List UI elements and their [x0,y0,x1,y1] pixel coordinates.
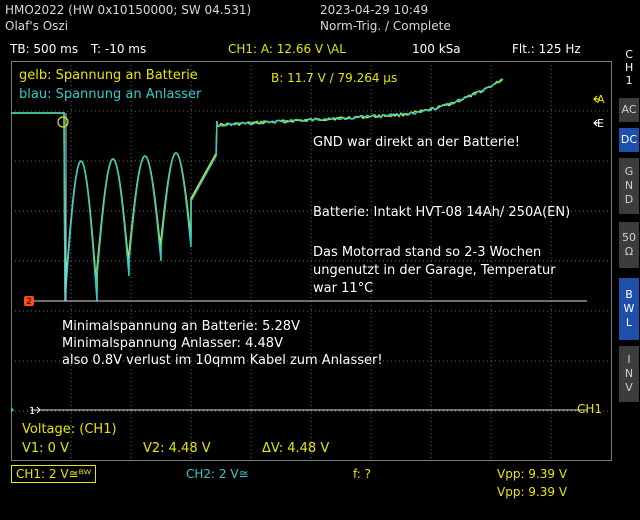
bandwidth-limit-button[interactable]: BWL [619,278,639,340]
ch1-right-marker: CH1 [577,402,603,416]
measurement-v1: V1: 0 V [22,441,69,456]
coupling-dc-button[interactable]: DC [619,128,639,152]
impedance-50-button[interactable]: 50 Ω [619,222,639,268]
measurement-title: Voltage: (CH1) [22,422,117,437]
trigger-a-label: A [597,93,605,106]
legend-yellow: gelb: Spannung an Batterie [19,68,198,83]
ch2-scale-button[interactable]: CH2: 2 V≅ [186,467,249,481]
trigger-time[interactable]: T: -10 ms [91,42,146,56]
owner-label: Olaf's Oszi [5,19,69,33]
vpp-readout-2: Vpp: 9.39 V [497,485,568,499]
invert-button[interactable]: INV [619,346,639,402]
device-info: HMO2022 (HW 0x10150000; SW 04.531) [5,3,252,17]
vpp-readout-1: Vpp: 9.39 V [497,467,568,481]
sidebar-channel-label: C H 1 [625,48,634,87]
ch1-scale-button[interactable]: CH1: 2 V≅ᴮᵂ [11,465,97,483]
reference-marker-label: 2 [26,297,32,307]
ch1-trigger-level[interactable]: CH1: A: 12.66 V \AL [228,42,346,56]
measurement-v2: V2: 4.48 V [143,441,211,456]
coupling-gnd-button[interactable]: GND [619,158,639,214]
measurement-delta-v: ΔV: 4.48 V [262,441,330,456]
frequency-readout: f: ? [353,467,372,481]
annotation-minimum: Minimalspannung an Batterie: 5.28V Minim… [62,319,383,368]
coupling-ac-button[interactable]: AC [619,98,639,122]
annotation-gnd: GND war direkt an der Batterie! [313,135,521,150]
channel-sidebar: C H 1 AC DC GND 50 Ω BWL INV [618,40,640,520]
timebase[interactable]: TB: 500 ms [10,42,78,56]
trigger-status: Norm-Trig. / Complete [320,19,451,33]
trigger-e-label: E [597,117,604,130]
annotation-note: Das Motorrad stand so 2-3 Wochen ungenut… [313,245,556,296]
legend-blue: blau: Spannung an Anlasser [19,87,202,102]
datetime: 2023-04-29 10:49 [320,3,429,17]
cursor-readout: B: 11.7 V / 79.264 µs [271,71,398,85]
sample-rate: 100 kSa [412,42,461,56]
ground-marker-label: 1 [29,406,35,417]
filter-setting[interactable]: Flt.: 125 Hz [512,42,581,56]
annotation-battery: Batterie: Intakt HVT-08 14Ah/ 250A(EN) [313,205,571,220]
